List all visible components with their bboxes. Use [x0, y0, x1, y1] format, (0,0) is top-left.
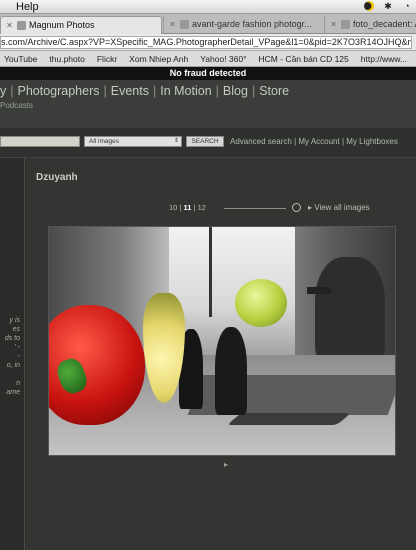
os-menu-bar: Help ✱ ◔ [0, 0, 416, 14]
nav-separator: | [10, 84, 14, 98]
bookmark-item[interactable]: YouTube [4, 54, 37, 64]
tab-label: Magnum Photos [29, 20, 95, 30]
tab-magnum-photos[interactable]: ✕ Magnum Photos [0, 16, 162, 34]
view-all-images-link[interactable]: ▸ View all images [308, 203, 370, 212]
tab-close-icon[interactable]: ✕ [5, 21, 14, 30]
nav-item-blog[interactable]: Blog [223, 84, 248, 98]
select-value: All images [89, 138, 119, 145]
tab-close-icon[interactable]: ✕ [168, 20, 177, 29]
system-tray: ✱ ◔ [364, 1, 412, 11]
photo-lime [235, 279, 287, 327]
left-sidebar: y is es ds to ' - - o, in n ame [0, 158, 25, 550]
link-separator: | [341, 137, 345, 146]
pager-next[interactable]: 12 [198, 203, 206, 212]
nav-separator: | [251, 84, 256, 98]
link-separator: | [294, 137, 297, 146]
status-moon-icon[interactable] [364, 1, 374, 11]
clock-icon[interactable] [292, 203, 301, 212]
image-type-select[interactable]: All images ⇕ [84, 136, 182, 147]
photo-person [215, 327, 247, 415]
wifi-icon[interactable]: ◔ [402, 1, 412, 11]
nav-item-store[interactable]: Store [259, 84, 289, 98]
nav-separator: | [152, 84, 157, 98]
photo-shadow [226, 413, 352, 425]
bio-line: ame [6, 389, 20, 396]
bio-line: ' - [14, 344, 20, 351]
tab-label: foto_decadent: Alice [353, 19, 416, 29]
photo-street-sign [307, 287, 331, 294]
bookmark-item[interactable]: Yahoo! 360° [200, 54, 246, 64]
address-bar: s.com/Archive/C.aspx?VP=XSpecific_MAG.Ph… [0, 34, 416, 51]
tab-close-icon[interactable]: ✕ [329, 20, 338, 29]
bookmark-item[interactable]: HCM - Cần bán CD 125 [259, 54, 349, 64]
my-lightboxes-link[interactable]: My Lightboxes [346, 137, 398, 146]
bookmark-item[interactable]: Xom Nhiep Anh [129, 54, 188, 64]
pager-prev[interactable]: 10 [169, 203, 177, 212]
search-button[interactable]: SEARCH [186, 136, 224, 147]
main-content: Dzuyanh 10 | 11 | 12 ▸ View all images ▸ [26, 158, 416, 550]
user-links: Advanced search | My Account | My Lightb… [230, 136, 398, 147]
pager-sep: | [193, 203, 196, 212]
bio-line: es [12, 326, 20, 333]
bio-line: o, in [6, 362, 20, 369]
photo-tree [315, 257, 385, 367]
play-triangle-icon: ▸ [308, 203, 313, 212]
bookmark-item[interactable]: http://www... [361, 54, 407, 64]
bio-line: y is [9, 317, 21, 324]
select-arrows-icon: ⇕ [173, 138, 179, 144]
image-pager: 10 | 11 | 12 [169, 203, 206, 212]
bookmarks-bar: YouTube thu.photo Flickr Xom Nhiep Anh Y… [0, 51, 416, 67]
site-header: y | Photographers | Events | In Motion |… [0, 80, 416, 128]
bio-line: ds to [4, 335, 20, 342]
nav-item-in-motion[interactable]: In Motion [160, 84, 211, 98]
search-bar: All images ⇕ SEARCH Advanced search | My… [0, 128, 416, 158]
tab-foto-decadent[interactable]: ✕ foto_decadent: Alice [324, 16, 416, 34]
search-input[interactable] [0, 136, 80, 147]
nav-separator: | [215, 84, 219, 98]
main-nav: y | Photographers | Events | In Motion |… [0, 84, 289, 98]
photographer-bio-text: y is es ds to ' - - o, in n ame [0, 316, 20, 397]
image-slider[interactable] [224, 208, 286, 209]
tab-favicon-icon [17, 21, 26, 30]
nav-separator: | [103, 84, 107, 98]
subnav-podcasts[interactable]: Podcasts [0, 101, 33, 110]
photo-pole [209, 227, 212, 317]
help-menu[interactable]: Help [16, 0, 39, 14]
bluetooth-icon[interactable]: ✱ [383, 1, 393, 11]
my-account-link[interactable]: My Account [298, 137, 339, 146]
main-photo[interactable] [48, 226, 396, 456]
view-all-label: View all images [314, 203, 370, 212]
bio-line [0, 370, 20, 379]
fraud-status-banner: No fraud detected [0, 67, 416, 80]
url-field[interactable]: s.com/Archive/C.aspx?VP=XSpecific_MAG.Ph… [0, 36, 412, 49]
pager-current: 11 [183, 203, 192, 212]
tab-favicon-icon [341, 20, 350, 29]
tab-avant-garde[interactable]: ✕ avant-garde fashion photogr... [163, 16, 323, 34]
bookmark-item[interactable]: thu.photo [49, 54, 84, 64]
caret-right-icon[interactable]: ▸ [224, 460, 228, 469]
advanced-search-link[interactable]: Advanced search [230, 137, 292, 146]
bio-line: - [17, 353, 20, 360]
tab-label: avant-garde fashion photogr... [192, 19, 312, 29]
nav-item-photographers[interactable]: Photographers [18, 84, 100, 98]
nav-item-events[interactable]: Events [111, 84, 149, 98]
pager-sep: | [179, 203, 182, 212]
tab-favicon-icon [180, 20, 189, 29]
photographer-name[interactable]: Dzuyanh [36, 172, 78, 183]
bio-line: n [16, 380, 20, 387]
browser-tab-strip: ✕ Magnum Photos ✕ avant-garde fashion ph… [0, 14, 416, 34]
bookmark-item[interactable]: Flickr [97, 54, 117, 64]
